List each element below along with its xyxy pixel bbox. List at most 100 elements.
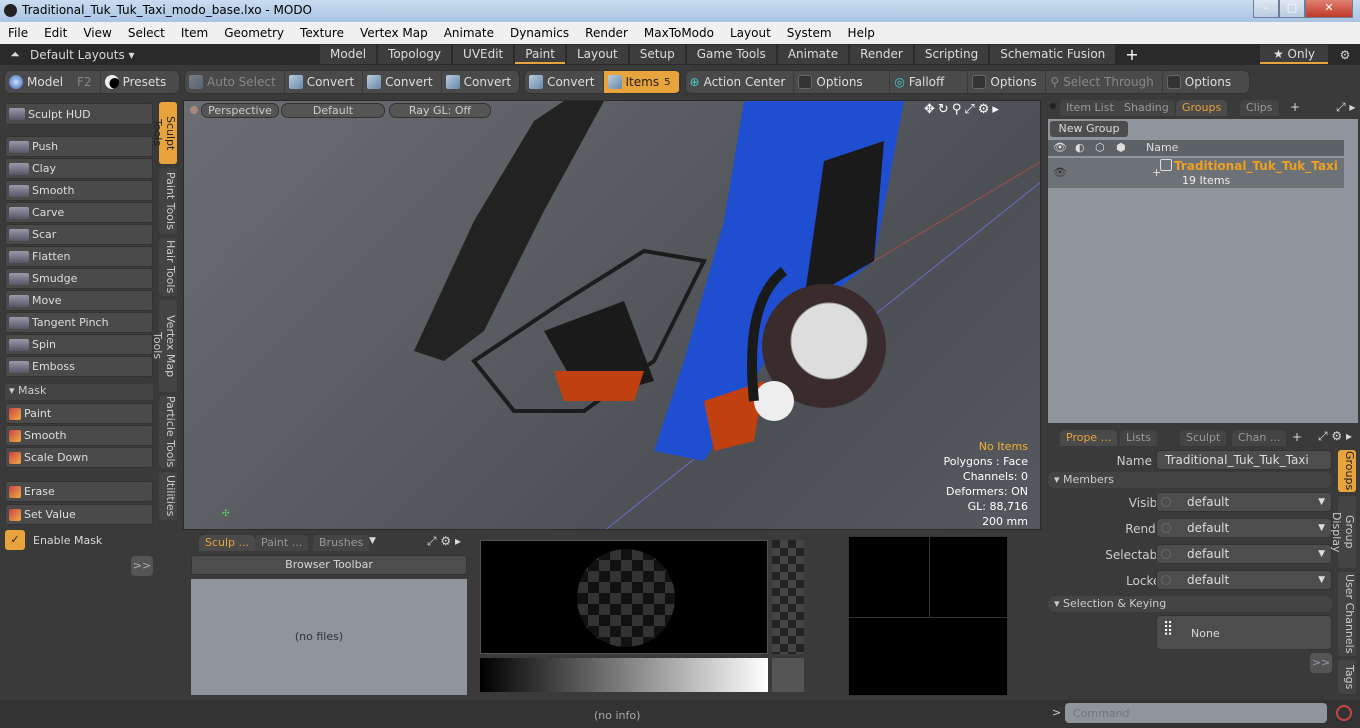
tool-clay[interactable]: Clay [5, 158, 153, 179]
falloff-options-button[interactable]: Options [968, 71, 1047, 93]
expand-button[interactable]: >> [1310, 653, 1332, 673]
visible-dropdown[interactable]: default ▼ [1156, 492, 1332, 512]
items-mode-button[interactable]: Items 5 [603, 71, 680, 93]
select-through-button[interactable]: ⚲ Select Through [1046, 71, 1163, 93]
mask-tool-scale-down[interactable]: Scale Down [5, 447, 153, 468]
tab-layout[interactable]: Layout [566, 45, 628, 64]
locked-dropdown[interactable]: default ▼ [1156, 570, 1332, 590]
menu-texture[interactable]: Texture [292, 26, 352, 40]
mask-section-header[interactable]: ▾ Mask [5, 384, 153, 400]
tool-push[interactable]: Push [5, 136, 153, 157]
lock-icon[interactable]: ⬡ [1095, 141, 1105, 154]
menu-animate[interactable]: Animate [436, 26, 502, 40]
record-macro-icon[interactable] [1336, 705, 1352, 721]
shading-dropdown[interactable]: Default [281, 103, 385, 118]
tab-lists[interactable]: Lists [1120, 430, 1157, 446]
menu-view[interactable]: View [75, 26, 119, 40]
menu-maxtomodo[interactable]: MaxToModo [636, 26, 722, 40]
add-tab-button[interactable]: + [1292, 430, 1302, 444]
convert-polygons-button[interactable]: Convert [442, 71, 519, 93]
convert-materials-button[interactable]: Convert [525, 71, 604, 93]
mask-tool-smooth[interactable]: Smooth [5, 425, 153, 446]
tab-game-tools[interactable]: Game Tools [686, 45, 776, 64]
browser-toolbar-button[interactable]: Browser Toolbar [191, 555, 467, 575]
add-layout-button[interactable]: + [1125, 45, 1138, 64]
convert-edges-button[interactable]: Convert [363, 71, 442, 93]
vtab-utilities[interactable]: Utilities [159, 472, 177, 520]
menu-render[interactable]: Render [577, 26, 636, 40]
members-section[interactable]: ▾ Members [1048, 472, 1332, 488]
name-field[interactable]: Traditional_Tuk_Tuk_Taxi (20) [1156, 450, 1332, 485]
selectable-dropdown[interactable]: default ▼ [1156, 544, 1332, 564]
gear-icon[interactable]: ⚙ [1330, 48, 1360, 62]
tab-item-list[interactable]: Item List [1060, 100, 1120, 116]
group-row[interactable]: 👁 + Traditional_Tuk_Tuk_Taxi 19 Items [1048, 158, 1344, 188]
close-button[interactable]: ✕ [1305, 0, 1353, 18]
texture-view[interactable] [848, 536, 1009, 696]
tab-model[interactable]: Model [320, 45, 377, 64]
tool-flatten[interactable]: Flatten [5, 246, 153, 267]
maximize-icon[interactable]: ⤢ [964, 102, 977, 117]
tool-carve[interactable]: Carve [5, 202, 153, 223]
select-icon[interactable]: ⬢ [1116, 141, 1126, 154]
set-value-button[interactable]: Set Value [5, 504, 153, 525]
tab-groups[interactable]: Groups [1176, 100, 1228, 116]
perspective-dropdown[interactable]: Perspective [201, 103, 279, 118]
tab-clips[interactable]: Clips [1240, 100, 1279, 116]
tab-dropdown-icon[interactable]: ▼ [369, 536, 376, 546]
enable-mask-checkbox[interactable]: ✓ Enable Mask [5, 530, 102, 550]
menu-dynamics[interactable]: Dynamics [502, 26, 577, 40]
tab-uvedit[interactable]: UVEdit [453, 45, 514, 64]
panel-options-icons[interactable]: ⤢ ⚙ ▸ [1318, 429, 1352, 444]
tab-schematic-fusion[interactable]: Schematic Fusion [990, 45, 1116, 64]
tool-smooth[interactable]: Smooth [5, 180, 153, 201]
tab-paint-presets[interactable]: Paint ... [255, 535, 309, 551]
vtab-user-channels[interactable]: User Channels [1338, 572, 1356, 656]
vtab-groups[interactable]: Groups [1338, 450, 1356, 492]
select-through-options-button[interactable]: Options [1163, 71, 1249, 93]
menu-select[interactable]: Select [120, 26, 173, 40]
tab-shading[interactable]: Shading [1118, 100, 1175, 116]
tab-brushes[interactable]: Brushes [313, 535, 370, 551]
panel-options-icons[interactable]: ⤢ ⚙ ▸ [427, 534, 461, 549]
sculpt-hud-button[interactable]: Sculpt HUD [5, 103, 153, 125]
expand-button[interactable]: >> [131, 556, 153, 576]
rotate-icon[interactable]: ↻ [938, 102, 952, 117]
mask-tool-paint[interactable]: Paint [5, 403, 153, 424]
tool-tangent-pinch[interactable]: Tangent Pinch [5, 312, 153, 333]
vtab-tags[interactable]: Tags [1338, 660, 1356, 694]
panel-options-icons[interactable]: ⤢ ▸ [1336, 100, 1355, 115]
default-layouts-dropdown[interactable]: Default Layouts ▾ [30, 48, 320, 62]
model-button[interactable]: Model F2 [5, 71, 101, 93]
new-group-button[interactable]: New Group [1050, 121, 1128, 137]
gear-icon[interactable]: ⚙ [978, 102, 993, 117]
render-dropdown[interactable]: default ▼ [1156, 518, 1332, 538]
add-tab-button[interactable]: + [1290, 100, 1300, 114]
vtab-hair-tools[interactable]: Hair Tools [159, 238, 177, 296]
tab-animate[interactable]: Animate [777, 45, 849, 64]
tool-emboss[interactable]: Emboss [5, 356, 153, 377]
visible-toggle-icon[interactable]: 👁 [1053, 166, 1067, 179]
menu-help[interactable]: Help [840, 26, 883, 40]
tab-topology[interactable]: Topology [378, 45, 452, 64]
file-browser-list[interactable]: (no files) [191, 579, 467, 695]
tab-paint[interactable]: Paint [515, 45, 565, 64]
tab-sculpt-presets[interactable]: Sculp ... [199, 535, 256, 551]
vtab-particle-tools[interactable]: Particle Tools [159, 396, 177, 468]
render-icon[interactable]: ◐ [1075, 141, 1085, 154]
selection-keying-section[interactable]: ▾ Selection & Keying [1048, 596, 1332, 612]
action-center-options-button[interactable]: Options [794, 71, 891, 93]
vtab-sculpt-tools[interactable]: Sculpt Tools [151, 102, 177, 164]
tab-render[interactable]: Render [850, 45, 913, 64]
minimize-button[interactable]: – [1253, 0, 1279, 18]
pan-icon[interactable]: ✥ [924, 102, 938, 117]
gradient-strip[interactable] [480, 658, 768, 692]
brush-preview[interactable] [480, 540, 768, 654]
menu-system[interactable]: System [779, 26, 840, 40]
tab-setup[interactable]: Setup [629, 45, 685, 64]
menu-file[interactable]: File [0, 26, 36, 40]
zoom-icon[interactable]: ⚲ [952, 102, 965, 117]
auto-select-button[interactable]: Auto Select [185, 71, 285, 93]
vtab-vertex-map-tools[interactable]: Vertex Map Tools [151, 300, 177, 392]
menu-item[interactable]: Item [173, 26, 216, 40]
